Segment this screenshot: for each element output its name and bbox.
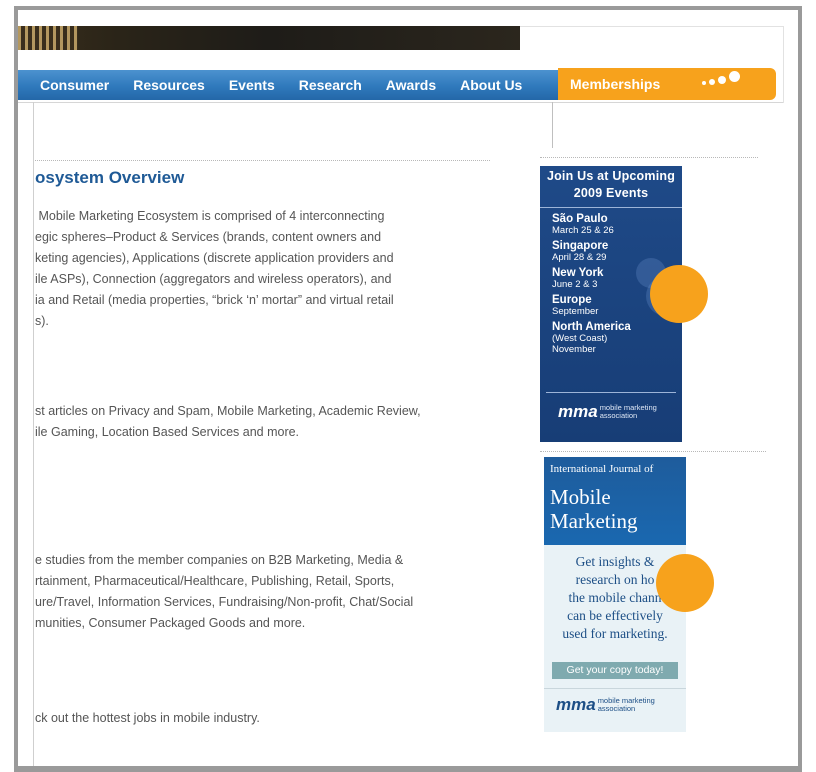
click-marker-dot bbox=[650, 265, 708, 323]
jobs-description: ck out the hottest jobs in mobile indust… bbox=[35, 711, 260, 725]
event-city: São Paulo bbox=[552, 213, 608, 225]
journal-ad-rule bbox=[544, 688, 686, 689]
event-singapore: Singapore April 28 & 29 bbox=[552, 240, 682, 263]
event-city: Singapore bbox=[552, 240, 609, 252]
nav-memberships[interactable]: Memberships bbox=[558, 68, 776, 100]
mma-logo-mark: mma bbox=[558, 402, 598, 421]
nav-about-us[interactable]: About Us bbox=[448, 77, 522, 93]
event-date: March 25 & 26 bbox=[552, 225, 614, 236]
header-divider bbox=[18, 102, 783, 103]
mma-logo-mark: mma bbox=[556, 695, 596, 714]
nav-awards[interactable]: Awards bbox=[374, 77, 436, 93]
journal-ad-title-line1: Mobile bbox=[550, 485, 611, 509]
sidebar-dotted-rule-middle bbox=[540, 451, 766, 452]
mma-logo-subtitle: mobile marketing association bbox=[599, 403, 657, 420]
content-dotted-rule bbox=[35, 160, 490, 161]
ecosystem-description: Mobile Marketing Ecosystem is comprised … bbox=[35, 209, 394, 328]
window-frame-bottom bbox=[14, 766, 802, 772]
events-ad-heading: Join Us at Upcoming 2009 Events bbox=[540, 166, 682, 202]
mma-logo: mma mobile marketing association bbox=[558, 402, 660, 421]
event-city: North America bbox=[552, 321, 631, 333]
main-nav: Consumer Resources Events Research Award… bbox=[18, 70, 558, 100]
event-date-secondary: November bbox=[552, 344, 596, 355]
mma-logo-subtitle: mobile marketing association bbox=[597, 696, 655, 713]
header-banner-image bbox=[18, 26, 520, 50]
nav-research[interactable]: Research bbox=[287, 77, 362, 93]
get-copy-button[interactable]: Get your copy today! bbox=[552, 662, 678, 679]
click-marker-dot bbox=[656, 554, 714, 612]
event-date: April 28 & 29 bbox=[552, 252, 607, 263]
events-ad-rule-bottom bbox=[546, 392, 676, 393]
journal-ad-body-line: used for marketing. bbox=[562, 626, 668, 641]
events-ad-rule bbox=[540, 207, 682, 208]
decorative-dots-icon bbox=[702, 68, 762, 88]
journal-ad-body-line: can be effectively bbox=[567, 608, 663, 623]
nav-consumer[interactable]: Consumer bbox=[18, 77, 109, 93]
nav-events[interactable]: Events bbox=[217, 77, 275, 93]
page-title: osystem Overview bbox=[35, 168, 185, 187]
case-studies-description: e studies from the member companies on B… bbox=[35, 553, 414, 630]
content-left-divider bbox=[33, 102, 34, 766]
journal-ad-kicker: International Journal of bbox=[550, 463, 654, 475]
mma-logo: mma mobile marketing association bbox=[556, 695, 668, 714]
journal-ad-title: Mobile Marketing bbox=[550, 485, 637, 533]
event-north-america: North America (West Coast) November bbox=[552, 321, 682, 355]
header-border-right bbox=[783, 26, 784, 103]
sidebar-dotted-rule-top bbox=[540, 157, 758, 158]
nav-memberships-label: Memberships bbox=[570, 76, 661, 92]
journal-ad-title-line2: Marketing bbox=[550, 509, 638, 533]
header-banner-detail bbox=[18, 26, 78, 50]
events-ad-heading-line1: Join Us at Upcoming bbox=[546, 169, 676, 183]
nav-resources[interactable]: Resources bbox=[121, 77, 205, 93]
events-ad-heading-line2: 2009 Events bbox=[573, 186, 649, 200]
event-date: (West Coast) bbox=[552, 333, 608, 344]
journal-ad-header: International Journal of Mobile Marketin… bbox=[544, 457, 686, 545]
column-divider bbox=[552, 102, 553, 148]
event-sao-paulo: São Paulo March 25 & 26 bbox=[552, 213, 682, 236]
research-description: st articles on Privacy and Spam, Mobile … bbox=[35, 404, 421, 439]
